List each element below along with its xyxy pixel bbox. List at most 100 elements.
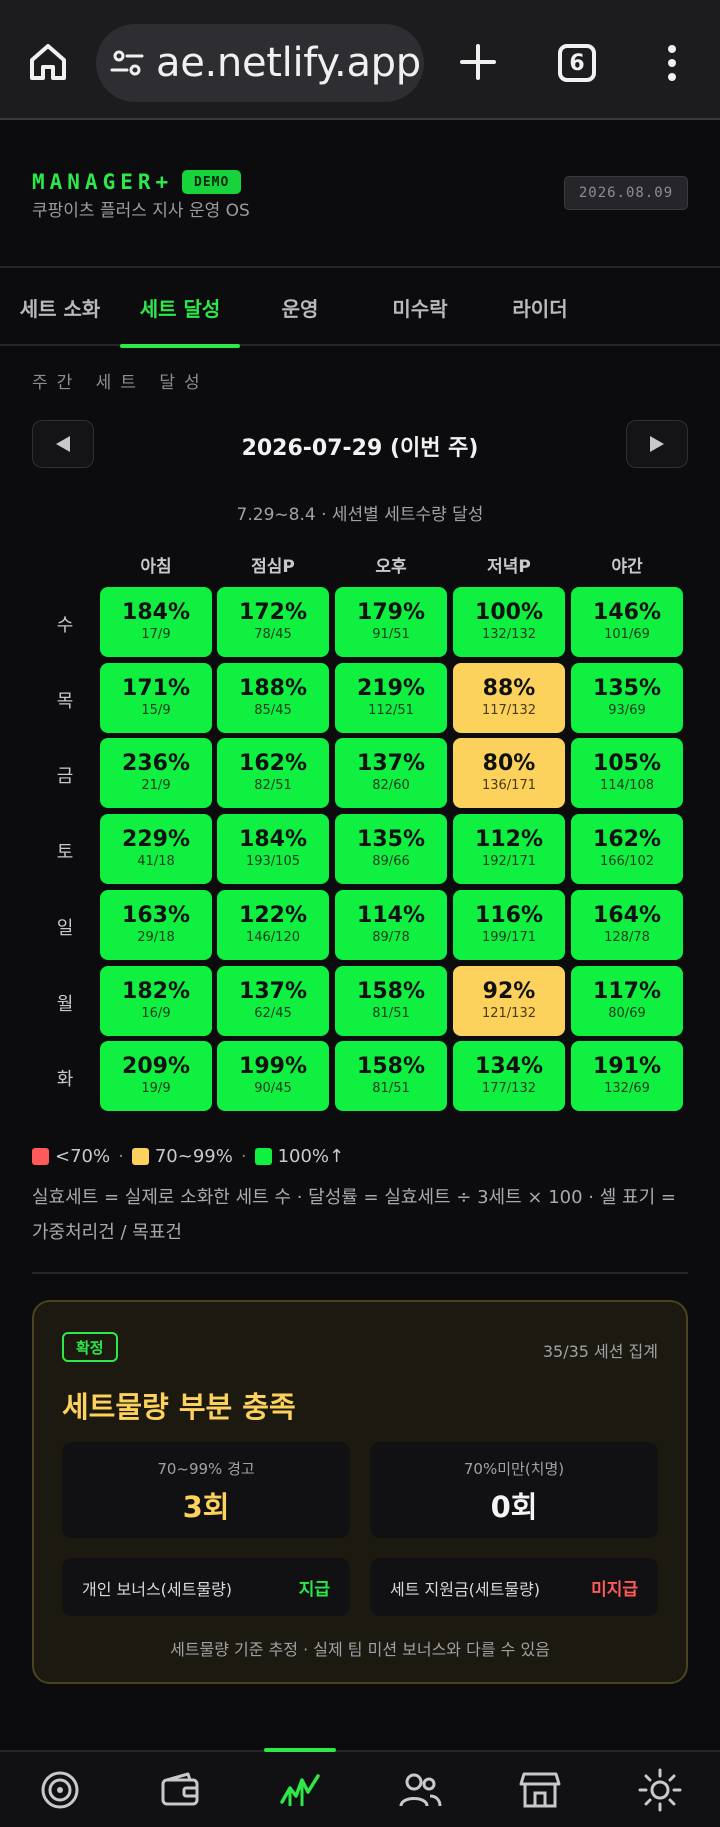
range-subtitle: 7.29~8.4 · 세션별 세트수량 달성 [236,505,484,525]
grid-cell[interactable]: 105% 114/108 [571,738,683,808]
store-icon[interactable] [516,1766,564,1814]
cell-ratio: 16/9 [141,1006,171,1021]
grid-cell[interactable]: 158% 81/51 [335,1041,447,1111]
tab-set-consumption[interactable]: 세트 소화 [0,268,120,346]
grid-cell[interactable]: 171% 15/9 [100,663,212,733]
grid-cell[interactable]: 92% 121/132 [453,966,565,1036]
cell-percentage: 92% [482,979,536,1004]
grid-cell[interactable]: 100% 132/132 [453,587,565,657]
grid-cell[interactable]: 164% 128/78 [571,890,683,960]
app-logo: MANAGER+ [32,170,174,194]
grid-cell[interactable]: 184% 193/105 [217,814,329,884]
demo-badge: DEMO [182,170,242,194]
home-icon[interactable] [26,40,70,84]
users-icon[interactable] [396,1766,444,1814]
grid-cell[interactable]: 163% 29/18 [100,890,212,960]
grid-cell[interactable]: 162% 82/51 [217,738,329,808]
column-header: 점심P [251,557,295,577]
app-subtitle: 쿠팡이츠 플러스 지사 운영 OS [32,201,250,221]
current-date: 2026.08.09 [564,176,688,210]
grid-cell[interactable]: 135% 93/69 [571,663,683,733]
grid-cell[interactable]: 209% 19/9 [100,1041,212,1111]
warning-label: 70~99% 경고 [157,1460,255,1478]
more-options-icon[interactable] [660,44,684,82]
confirmed-badge: 확정 [62,1332,118,1362]
cell-ratio: 132/69 [604,1081,650,1096]
next-week-button[interactable] [626,420,688,468]
cell-ratio: 90/45 [254,1081,292,1096]
cell-percentage: 162% [593,827,661,852]
cell-percentage: 171% [122,676,190,701]
grid-cell[interactable]: 179% 91/51 [335,587,447,657]
grid-cell[interactable]: 112% 192/171 [453,814,565,884]
grid-cell[interactable]: 162% 166/102 [571,814,683,884]
grid-cell[interactable]: 117% 80/69 [571,966,683,1036]
cell-percentage: 184% [122,600,190,625]
grid-cell[interactable]: 182% 16/9 [100,966,212,1036]
cell-ratio: 81/51 [372,1081,410,1096]
row-header: 월 [56,994,74,1015]
address-bar[interactable]: ae.netlify.app [96,24,424,102]
cell-ratio: 146/120 [245,930,300,945]
grid-cell[interactable]: 158% 81/51 [335,966,447,1036]
fatal-stat: 70%미만(치명) 0회 [370,1442,658,1538]
session-aggregate: 35/35 세션 집계 [542,1342,658,1361]
cell-percentage: 112% [475,827,543,852]
cell-ratio: 192/171 [481,854,536,869]
grid-cell[interactable]: 191% 132/69 [571,1041,683,1111]
tab-riders[interactable]: 라이더 [480,268,600,346]
cell-ratio: 19/9 [141,1081,171,1096]
grid-cell[interactable]: 134% 177/132 [453,1041,565,1111]
grid-cell[interactable]: 122% 146/120 [217,890,329,960]
legend-label-green: 100%↑ [277,1146,345,1167]
legend-swatch-yellow [131,1148,149,1165]
tab-operations[interactable]: 운영 [240,268,360,346]
grid-cell[interactable]: 188% 85/45 [217,663,329,733]
grid-cell[interactable]: 229% 41/18 [100,814,212,884]
cell-percentage: 172% [239,600,307,625]
grid-cell[interactable]: 88% 117/132 [453,663,565,733]
cell-percentage: 122% [239,903,307,928]
cell-ratio: 193/105 [245,854,300,869]
cell-ratio: 93/69 [608,703,646,718]
grid-cell[interactable]: 172% 78/45 [217,587,329,657]
wallet-icon[interactable] [156,1766,204,1814]
fatal-count: 0회 [490,1490,538,1524]
active-nav-indicator [264,1748,336,1752]
row-header: 화 [56,1069,74,1090]
browser-toolbar: ae.netlify.app 6 [0,0,720,120]
grid-cell[interactable]: 184% 17/9 [100,587,212,657]
cell-percentage: 105% [593,751,661,776]
cell-ratio: 82/60 [372,778,410,793]
grid-cell[interactable]: 137% 62/45 [217,966,329,1036]
cell-percentage: 137% [357,751,425,776]
grid-cell[interactable]: 114% 89/78 [335,890,447,960]
cell-ratio: 117/132 [481,703,536,718]
target-icon[interactable] [36,1766,84,1814]
grid-cell[interactable]: 236% 21/9 [100,738,212,808]
sun-icon[interactable] [636,1766,684,1814]
cell-ratio: 81/51 [372,1006,410,1021]
grid-cell[interactable]: 137% 82/60 [335,738,447,808]
tab-set-achievement[interactable]: 세트 달성 [120,268,240,348]
set-support-status: 미지급 [591,1580,638,1600]
grid-cell[interactable]: 80% 136/171 [453,738,565,808]
grid-cell[interactable]: 219% 112/51 [335,663,447,733]
tab-switcher-button[interactable]: 6 [558,44,596,82]
grid-cell[interactable]: 199% 90/45 [217,1041,329,1111]
cell-percentage: 146% [593,600,661,625]
cell-ratio: 101/69 [604,627,650,642]
new-tab-icon[interactable] [456,40,500,84]
cell-percentage: 182% [122,979,190,1004]
column-header: 야간 [611,557,643,577]
grid-cell[interactable]: 116% 199/171 [453,890,565,960]
cell-ratio: 17/9 [141,627,171,642]
row-header: 목 [56,691,74,712]
grid-cell[interactable]: 135% 89/66 [335,814,447,884]
warning-count: 3회 [182,1490,230,1524]
tab-unaccepted[interactable]: 미수락 [360,268,480,346]
site-settings-icon[interactable] [110,46,144,80]
grid-cell[interactable]: 146% 101/69 [571,587,683,657]
cell-ratio: 166/102 [599,854,654,869]
chart-icon[interactable] [276,1766,324,1814]
